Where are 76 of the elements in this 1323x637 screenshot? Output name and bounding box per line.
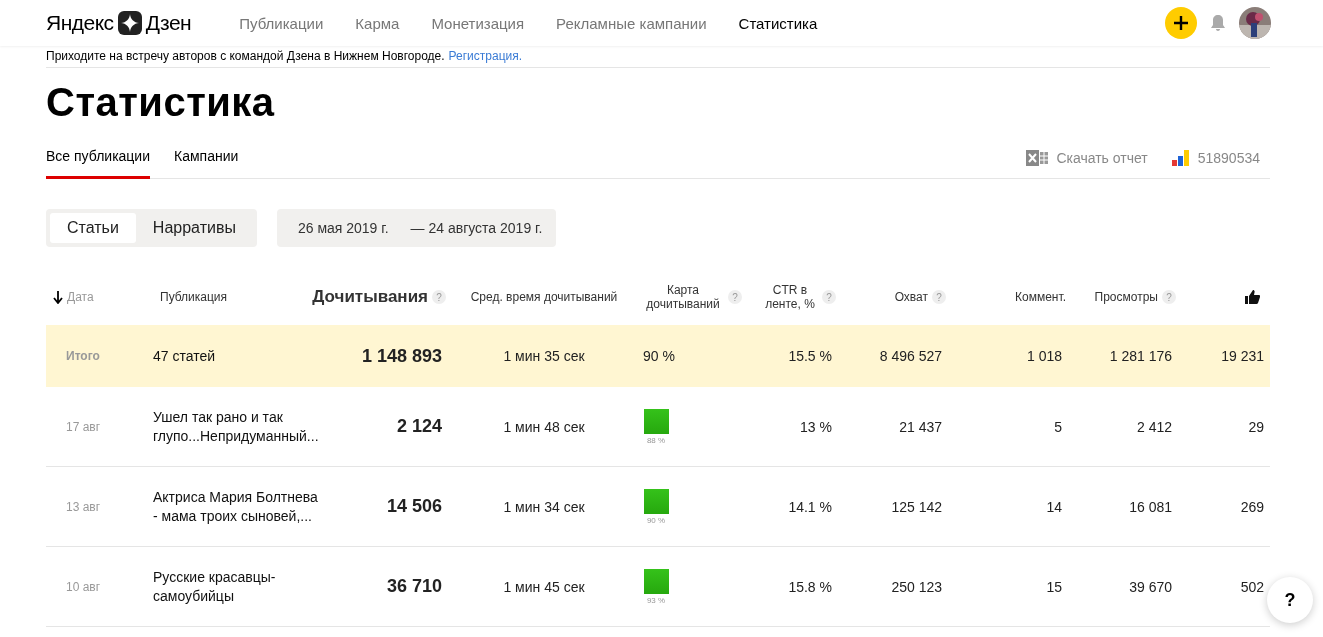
date-range-picker[interactable]: 26 мая 2019 г. — 24 августа 2019 г. — [276, 209, 557, 247]
banner-text: Приходите на встречу авторов с командой Дзена в Нижнем Новгороде. — [46, 49, 445, 63]
publication-title[interactable]: Актриса Мария Болтнева - мама троих сыновей,... — [150, 488, 336, 525]
table-cell-text: 250 123 — [890, 578, 943, 595]
nav-link[interactable]: Статистика — [738, 14, 818, 32]
table-cell-text: 2 412 — [1135, 418, 1173, 435]
table-cell-text: 1 281 176 — [1108, 348, 1173, 364]
column-header[interactable]: CTR в ленте, % — [762, 283, 818, 311]
table-cell-text: 15.5 % — [787, 348, 833, 364]
table-cell-text: 90 % — [642, 348, 676, 364]
table-cell-text: 269 — [1239, 498, 1265, 515]
table-cell-text: 1 018 — [1025, 348, 1063, 364]
table-cell-text: 1 148 893 — [360, 345, 443, 367]
read-map-square — [643, 568, 669, 594]
table-cell-text: 10 авг — [65, 579, 102, 594]
table-cell-text: 125 142 — [890, 498, 943, 515]
table-cell-text: 502 — [1239, 578, 1265, 595]
table-cell-text: 1 мин 34 сек — [502, 498, 586, 515]
read-map-percent: 90 % — [646, 515, 666, 525]
table-cell-text: 1 мин 48 сек — [502, 418, 586, 435]
publication-title[interactable]: Ушел так рано и так глупо...Непридуманный... — [150, 408, 336, 445]
logo-text[interactable]: Дзен — [145, 11, 192, 35]
table-cell-text: 1 мин 35 сек — [502, 348, 586, 364]
nav-link[interactable]: Рекламные кампании — [556, 14, 707, 32]
table-cell-text: 1 мин 45 сек — [502, 578, 586, 595]
tab[interactable]: Все публикации — [46, 148, 150, 179]
tab[interactable]: Кампании — [174, 148, 239, 179]
column-header[interactable]: Просмотры — [1094, 290, 1158, 304]
plus-icon — [1174, 16, 1188, 30]
table-cell-text: 8 496 527 — [878, 348, 943, 364]
add-button[interactable] — [1165, 7, 1197, 39]
table-cell-text: Итого — [65, 349, 101, 363]
counter-id: 51890534 — [1197, 150, 1260, 166]
column-header[interactable]: Охват — [894, 290, 928, 304]
nav-link[interactable]: Карма — [355, 14, 400, 32]
logo-icon[interactable] — [117, 11, 142, 35]
column-header[interactable]: Сред. время дочитываний — [470, 290, 618, 304]
table-cell-text: 36 710 — [385, 576, 443, 597]
read-map-percent: 93 % — [646, 595, 666, 605]
table-cell-text: 2 124 — [395, 416, 443, 437]
table-cell-text: 19 231 — [1220, 348, 1265, 364]
table-cell-text: 15 — [1045, 578, 1063, 595]
table-cell-text: 29 — [1247, 418, 1265, 435]
page-title: Статистика — [46, 80, 276, 125]
column-header[interactable]: Коммент. — [1015, 290, 1066, 304]
logo-text[interactable]: Яндекс — [46, 11, 114, 35]
table-cell-text: 13 авг — [65, 499, 102, 514]
table-cell-text: 16 081 — [1128, 498, 1173, 515]
column-header[interactable]: Карта дочитываний — [642, 283, 724, 311]
table-cell-text: 17 авг — [65, 419, 102, 434]
column-header[interactable]: Публикация — [160, 290, 228, 304]
column-header[interactable]: Дочитывания — [312, 287, 428, 307]
read-map-square — [643, 488, 669, 514]
table-cell-text: 14 506 — [385, 496, 443, 517]
registration-link[interactable]: Регистрация. — [448, 49, 523, 63]
segment-button[interactable]: Нарративы — [135, 213, 253, 243]
thumbs-up-icon[interactable] — [1245, 290, 1260, 304]
download-report-link[interactable]: Скачать отчет — [1026, 150, 1148, 166]
segment-button[interactable]: Статьи — [50, 213, 136, 243]
nav-link[interactable]: Публикации — [239, 14, 324, 32]
publication-title[interactable]: Русские красавцы-самоубийцы — [150, 568, 336, 605]
table-cell-text: 21 437 — [898, 418, 943, 435]
table-cell-text: 47 статей — [152, 346, 217, 366]
help-button[interactable]: ? — [1267, 577, 1313, 623]
table-cell-text: 5 — [1053, 418, 1063, 435]
table-cell-text: 14 — [1045, 498, 1063, 515]
nav-link[interactable]: Монетизация — [431, 14, 525, 32]
read-map-percent: 88 % — [646, 435, 666, 445]
table-cell-text: 39 670 — [1128, 578, 1173, 595]
table-cell-text: 15.8 % — [787, 578, 833, 595]
bar-chart-icon — [1171, 150, 1190, 166]
read-map-square — [643, 408, 669, 434]
table-cell-text: 14.1 % — [787, 498, 833, 515]
table-cell-text: 13 % — [799, 418, 833, 435]
sort-arrow-icon — [53, 290, 63, 304]
spreadsheet-icon — [1026, 150, 1049, 166]
